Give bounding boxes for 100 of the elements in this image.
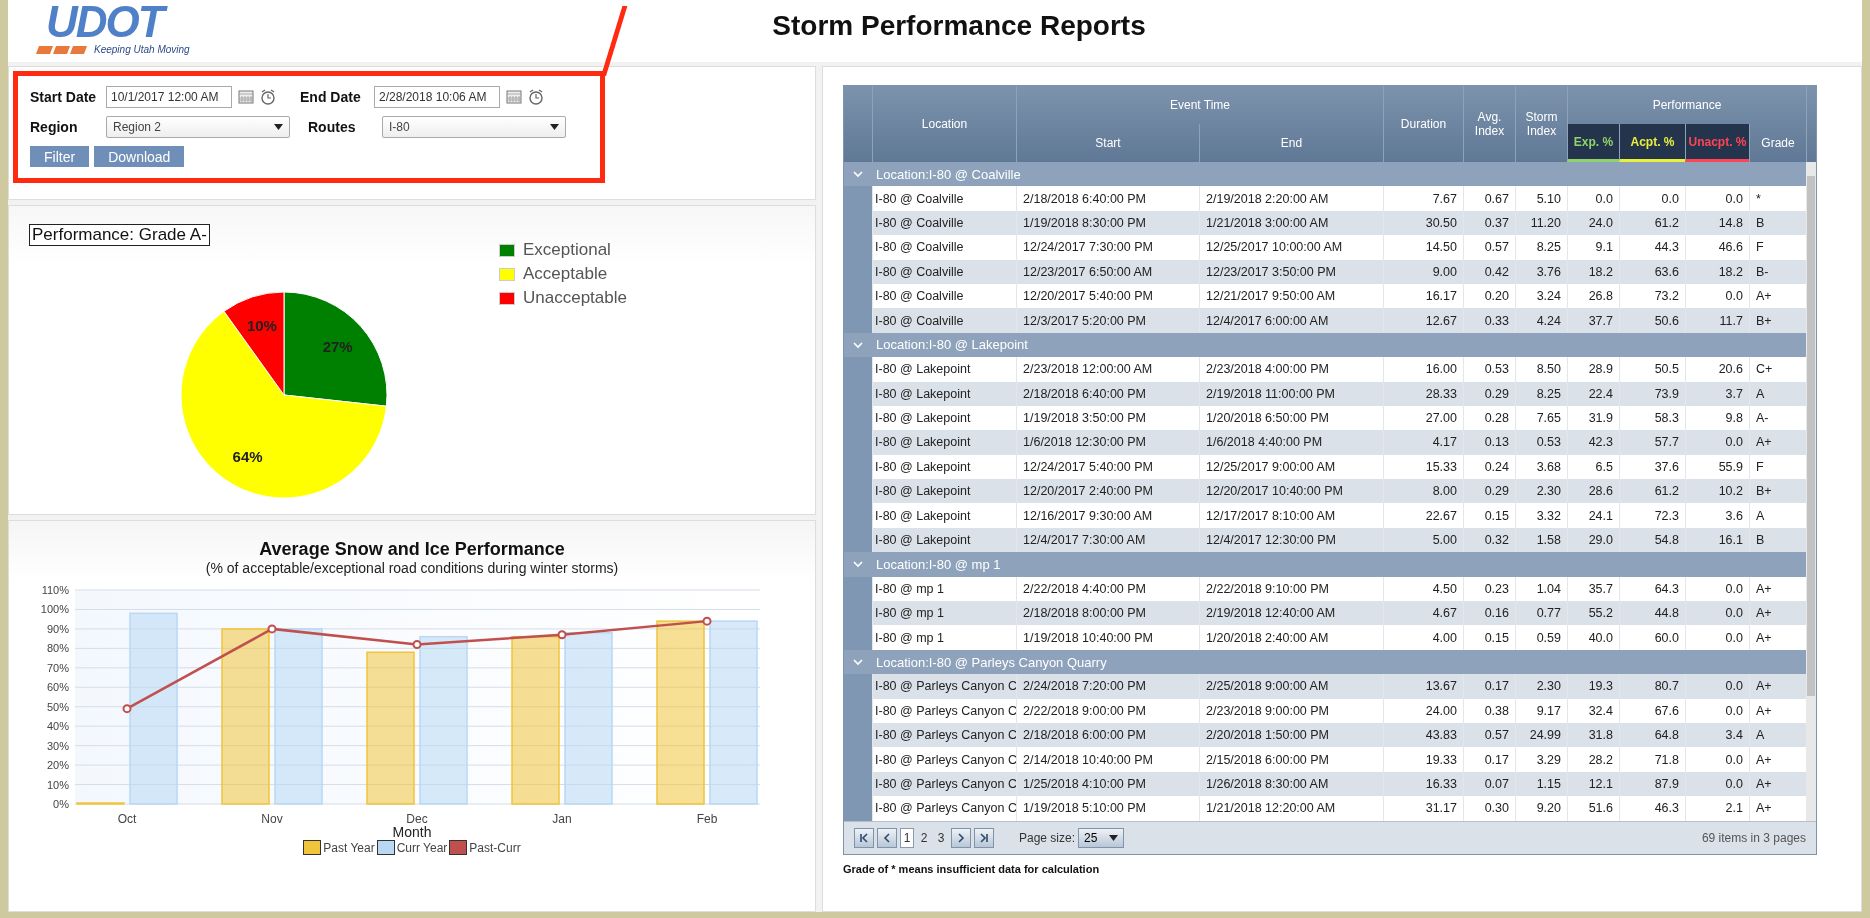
action-button[interactable]: Download	[94, 146, 185, 167]
group-header-row[interactable]: Location:I-80 @ Coalville	[844, 162, 1806, 187]
table-cell: 0.53	[1463, 357, 1515, 382]
chevron-icon[interactable]	[853, 560, 863, 569]
table-cell: 4.17	[1383, 430, 1463, 455]
last-page-button[interactable]	[974, 827, 994, 848]
field-label: Routes	[308, 119, 357, 135]
table-cell: 2/24/2018 7:20:00 PM	[1016, 674, 1199, 699]
group-header-row[interactable]: Location:I-80 @ Lakepoint	[844, 332, 1806, 358]
first-page-button[interactable]	[854, 827, 874, 848]
table-cell: 10.2	[1685, 479, 1749, 504]
table-cell: 14.50	[1383, 235, 1463, 260]
table-cell: 12.1	[1567, 771, 1619, 797]
table-cell: 2/15/2018 6:00:00 PM	[1199, 747, 1383, 772]
table-cell: F	[1749, 454, 1806, 480]
chart-title: Performance: Grade A-	[29, 224, 210, 246]
chevron-icon[interactable]	[853, 170, 863, 179]
field-label: End Date	[300, 89, 362, 105]
table-cell: 12/21/2017 9:50:00 AM	[1199, 283, 1383, 309]
table-cell: A	[1749, 381, 1806, 406]
table-cell: 0.53	[1515, 430, 1567, 455]
table-cell: 87.9	[1619, 771, 1685, 797]
table-cell: 3.68	[1515, 454, 1567, 480]
next-page-button[interactable]	[951, 827, 971, 848]
table-cell: 64.8	[1619, 723, 1685, 748]
calendar-icon[interactable]	[506, 89, 522, 105]
table-cell: 1.58	[1515, 527, 1567, 553]
table-cell: 7.67	[1383, 186, 1463, 211]
group-label: Location:I-80 @ Parleys Canyon Quarry	[875, 654, 1108, 670]
date-field[interactable]: 2/28/2018 10:06 AM	[374, 86, 500, 108]
table-cell: 12/16/2017 9:30:00 AM	[1016, 503, 1199, 528]
table-cell: 8.50	[1515, 357, 1567, 382]
scrollbar[interactable]	[1806, 162, 1816, 821]
table-cell: 73.2	[1619, 283, 1685, 309]
page-title: Storm Performance Reports	[771, 10, 1147, 42]
column-header[interactable]: Acpt. %	[1619, 124, 1685, 162]
table-cell: 2.1	[1685, 796, 1749, 821]
table-cell: 0.42	[1463, 259, 1515, 284]
page-size-dropdown[interactable]: 25	[1078, 827, 1125, 848]
table-cell: 0.77	[1515, 601, 1567, 626]
table-cell: A-	[1749, 405, 1806, 431]
table-cell: 2/22/2018 9:00:00 PM	[1016, 698, 1199, 723]
table-cell: 3.7	[1685, 381, 1749, 406]
table-cell: 11.20	[1515, 210, 1567, 236]
legend-label: Past-Curr	[469, 840, 521, 855]
table-cell: 0.38	[1463, 698, 1515, 723]
table-cell: 3.24	[1515, 283, 1567, 309]
table-cell: 44.3	[1619, 235, 1685, 260]
table-cell: I-80 @ Coalville	[872, 235, 1016, 260]
data-point	[267, 624, 277, 634]
table-cell: 14.8	[1685, 210, 1749, 236]
table-cell: 28.2	[1567, 747, 1619, 772]
table-cell: 0.16	[1463, 601, 1515, 626]
table-cell: 19.33	[1383, 747, 1463, 772]
table-cell: 0.57	[1463, 235, 1515, 260]
table-cell: 57.7	[1619, 430, 1685, 455]
legend-label: Exceptional	[523, 240, 611, 260]
clock-icon[interactable]	[528, 89, 544, 105]
chevron-icon[interactable]	[853, 658, 863, 666]
region-dropdown[interactable]: Region 2	[106, 116, 290, 138]
group-header-row[interactable]: Location:I-80 @ Parleys Canyon Quarry	[844, 649, 1806, 675]
column-header[interactable]: Exp. %	[1567, 124, 1619, 162]
table-cell: 0.0	[1685, 186, 1749, 211]
table-cell: 0.15	[1463, 503, 1515, 528]
axis-tick-label: Oct	[117, 812, 137, 826]
clock-icon[interactable]	[260, 89, 276, 105]
axis-tick-label: 90%	[46, 622, 69, 635]
previous-page-button[interactable]	[877, 827, 897, 848]
table-cell: 0.0	[1685, 771, 1749, 797]
table-cell: I-80 @ Coalville	[872, 186, 1016, 211]
routes-dropdown[interactable]: I-80	[382, 116, 566, 138]
legend-swatch	[303, 840, 322, 855]
table-cell: 9.1	[1567, 235, 1619, 260]
axis-tick-label: Dec	[406, 812, 428, 826]
action-button[interactable]: Filter	[30, 146, 90, 167]
page-number[interactable]: 1	[900, 827, 914, 848]
table-cell: 0.29	[1463, 381, 1515, 406]
chart-subtitle: (% of acceptable/exceptional road conditions during winter storms)	[205, 560, 619, 576]
table-cell: 0.20	[1463, 283, 1515, 309]
table-cell: 29.0	[1567, 527, 1619, 553]
legend-label: Unacceptable	[523, 288, 627, 308]
chevron-icon[interactable]	[853, 340, 863, 349]
table-cell: I-80 @ Lakepoint	[872, 454, 1016, 480]
axis-tick-label: 10%	[46, 778, 69, 791]
axis-tick-label: 60%	[46, 681, 69, 694]
table-cell: 9.17	[1515, 698, 1567, 723]
group-header-row[interactable]: Location:I-80 @ mp 1	[844, 552, 1806, 577]
column-group-header: Event Time	[1016, 86, 1383, 124]
table-cell: 11.7	[1685, 308, 1749, 333]
table-cell: 3.76	[1515, 259, 1567, 284]
page-number[interactable]: 2	[917, 827, 931, 848]
table-cell: 7.65	[1515, 405, 1567, 431]
page-number[interactable]: 3	[934, 827, 948, 848]
table-cell: I-80 @ Lakepoint	[872, 405, 1016, 431]
table-cell: I-80 @ Parleys Canyon C	[872, 674, 1016, 699]
slice-label: 64%	[232, 448, 263, 466]
calendar-icon[interactable]	[238, 89, 254, 105]
table-cell: 44.8	[1619, 601, 1685, 626]
date-field[interactable]: 10/1/2017 12:00 AM	[106, 86, 232, 108]
column-header[interactable]: Unacpt. %	[1685, 124, 1749, 162]
